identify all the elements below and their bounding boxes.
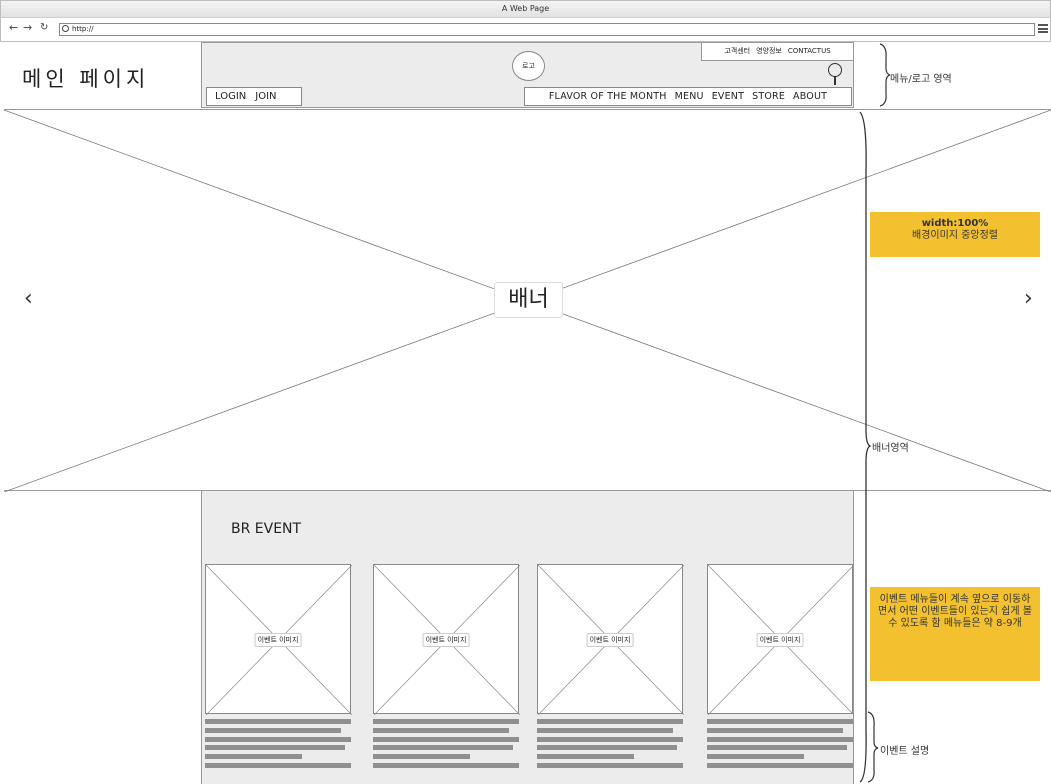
nav-flavor-of-the-month[interactable]: FLAVOR OF THE MONTH [549, 91, 667, 102]
address-bar[interactable]: http:// [59, 23, 1035, 36]
text-line [373, 728, 509, 733]
logo[interactable]: 로고 [512, 51, 545, 81]
nav-event[interactable]: EVENT [712, 91, 744, 102]
sticky-note-banner: width:100% 배경이미지 중앙정렬 [870, 212, 1040, 257]
annotation-event-desc: 이벤트 설명 [880, 746, 930, 757]
event-image-label: 이벤트 이미지 [422, 633, 470, 647]
text-line [373, 763, 519, 768]
back-arrow-icon[interactable]: ← [9, 21, 18, 35]
text-line [707, 754, 804, 759]
event-desc-brace-icon [867, 711, 879, 783]
banner-label: 배너 [494, 282, 563, 318]
event-heading: BR EVENT [231, 521, 302, 537]
sticky-banner-width: width:100% [921, 218, 989, 229]
browser-toolbar: ← → ↻ http:// [0, 18, 1051, 42]
text-line [373, 745, 513, 750]
event-section: BR EVENT 이벤트 이미지 이벤트 이미지 이벤트 이미지 이벤트 이미지 [201, 491, 854, 784]
text-line [707, 737, 853, 742]
nav-about[interactable]: ABOUT [793, 91, 827, 102]
text-line [537, 745, 677, 750]
event-card[interactable]: 이벤트 이미지 [707, 564, 854, 772]
main-nav: FLAVOR OF THE MONTH MENU EVENT STORE ABOUT [524, 87, 852, 106]
annotation-banner-area: 배너영역 [872, 443, 909, 454]
text-line [373, 754, 470, 759]
util-link-contact[interactable]: CONTACTUS [788, 47, 831, 55]
text-line [205, 763, 351, 768]
forward-arrow-icon[interactable]: → [23, 21, 32, 35]
util-link-nutrition[interactable]: 영양정보 [756, 47, 782, 55]
text-line [205, 745, 345, 750]
text-line [537, 728, 673, 733]
sticky-note-event: 이벤트 메뉴들이 계속 옆으로 이동하면서 어떤 이벤트들이 있는지 쉽게 볼 … [870, 587, 1040, 681]
join-link[interactable]: JOIN [255, 91, 276, 102]
window-titlebar: A Web Page [0, 0, 1051, 18]
event-card[interactable]: 이벤트 이미지 [537, 564, 684, 772]
event-image-label: 이벤트 이미지 [586, 633, 634, 647]
reload-icon[interactable]: ↻ [40, 21, 48, 35]
header-menu-area: 로고 LOGIN JOIN 고객센터 영양정보 CONTACTUS FLAVOR OF… [201, 42, 854, 108]
text-line [205, 719, 351, 724]
text-line [707, 763, 853, 768]
login-link[interactable]: LOGIN [215, 91, 246, 102]
utility-links: 고객센터 영양정보 CONTACTUS [701, 43, 853, 61]
event-image[interactable]: 이벤트 이미지 [373, 564, 520, 715]
text-line [205, 737, 351, 742]
event-image[interactable]: 이벤트 이미지 [707, 564, 854, 715]
util-link-customer-center[interactable]: 고객센터 [724, 47, 750, 55]
event-image[interactable]: 이벤트 이미지 [205, 564, 352, 715]
search-icon[interactable] [828, 63, 842, 77]
text-line [205, 728, 341, 733]
nav-store[interactable]: STORE [752, 91, 785, 102]
event-card[interactable]: 이벤트 이미지 [205, 564, 352, 772]
banner-next-arrow-icon[interactable]: › [1024, 286, 1033, 312]
event-image[interactable]: 이벤트 이미지 [537, 564, 684, 715]
event-image-label: 이벤트 이미지 [254, 633, 302, 647]
event-image-label: 이벤트 이미지 [756, 633, 804, 647]
auth-links: LOGIN JOIN [206, 87, 302, 106]
text-line [205, 754, 302, 759]
text-line [537, 763, 683, 768]
address-url: http:// [72, 25, 94, 33]
search-icon-handle [834, 76, 836, 85]
nav-menu[interactable]: MENU [675, 91, 704, 102]
banner: 배너 ‹ › [4, 109, 1051, 492]
text-line [707, 728, 843, 733]
text-line [373, 737, 519, 742]
search-icon [62, 25, 69, 32]
text-line [537, 719, 683, 724]
banner-prev-arrow-icon[interactable]: ‹ [24, 286, 33, 312]
text-line [373, 719, 519, 724]
text-line [537, 754, 634, 759]
text-line [707, 719, 853, 724]
sticky-banner-bg: 배경이미지 중앙정렬 [912, 230, 998, 241]
text-line [537, 737, 683, 742]
window-title: A Web Page [501, 4, 550, 13]
event-card[interactable]: 이벤트 이미지 [373, 564, 520, 772]
text-line [707, 745, 847, 750]
page-title: 메인 페이지 [22, 67, 150, 91]
page-canvas: 메인 페이지 로고 LOGIN JOIN 고객센터 영양정보 CONTACTUS FL… [4, 42, 1051, 784]
hamburger-menu-icon[interactable] [1038, 24, 1048, 33]
annotation-menu-logo-area: 메뉴/로고 영역 [890, 74, 952, 85]
